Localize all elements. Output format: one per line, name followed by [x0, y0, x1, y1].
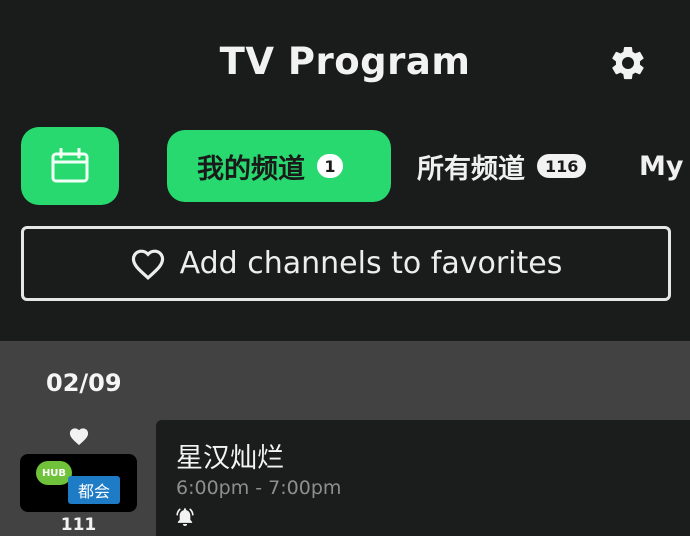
bell-icon[interactable] [174, 506, 196, 528]
settings-button[interactable] [605, 40, 651, 86]
program-card[interactable]: 星汉灿烂 6:00pm - 7:00pm [156, 420, 690, 536]
program-title: 星汉灿烂 [176, 443, 284, 474]
tab-all-channels[interactable]: 所有频道 116 [417, 130, 617, 202]
page-title: TV Program [219, 40, 471, 83]
channel-number: 111 [60, 515, 97, 535]
count-badge: 1 [317, 154, 343, 178]
schedule-date: 02/09 [46, 369, 122, 397]
header: TV Program [0, 0, 690, 125]
logo-channel-name: 都会 [68, 476, 120, 504]
gear-icon [612, 46, 644, 80]
heart-filled-icon[interactable] [68, 426, 90, 446]
add-favorites-button[interactable]: Add channels to favorites [21, 226, 671, 301]
tab-label: 我的频道 [197, 153, 305, 185]
heart-outline-icon [130, 248, 166, 280]
logo-hub-badge: HUB [36, 461, 72, 485]
tab-my-channels[interactable]: 我的频道 1 [167, 130, 391, 202]
channel-logo[interactable]: HUB 都会 [20, 454, 137, 512]
calendar-icon [51, 148, 89, 183]
calendar-button[interactable] [21, 127, 119, 205]
count-badge: 116 [537, 154, 587, 178]
program-time: 6:00pm - 7:00pm [176, 477, 342, 499]
tab-label: 所有频道 [417, 153, 525, 185]
channel-tabs: 我的频道 1 所有频道 116 My [167, 130, 690, 202]
tab-my[interactable]: My [639, 130, 690, 202]
tab-label: My [639, 150, 684, 182]
tv-program-screen: TV Program 我的频道 1 所有频道 116 My Add channe… [0, 0, 690, 536]
add-favorites-label: Add channels to favorites [179, 246, 563, 281]
